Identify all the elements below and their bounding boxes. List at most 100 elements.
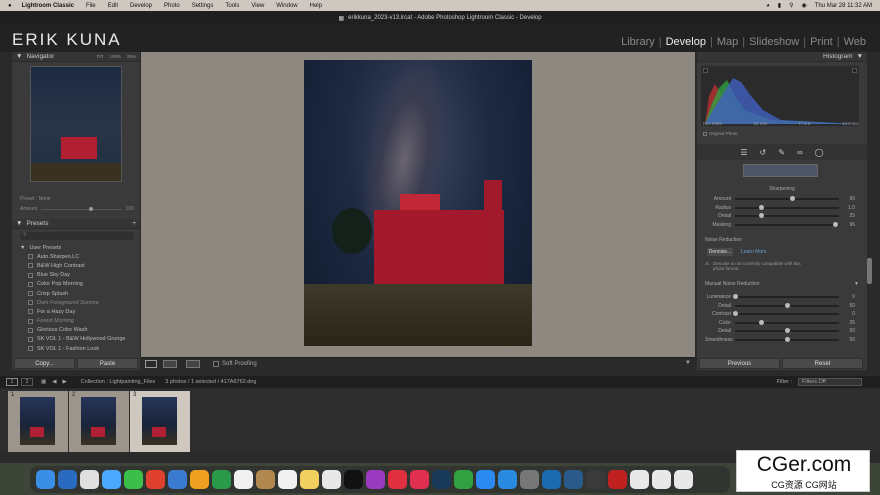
menu-edit[interactable]: Edit bbox=[108, 3, 118, 9]
module-library[interactable]: Library bbox=[617, 36, 659, 48]
slider-knob[interactable] bbox=[733, 311, 738, 316]
acrobat-icon[interactable] bbox=[608, 470, 627, 489]
noise-slider-row[interactable]: Contrast 0 bbox=[705, 310, 855, 318]
wifi-icon[interactable]: ◕ bbox=[766, 3, 770, 9]
preset-item[interactable]: Crisp Splash bbox=[12, 289, 140, 298]
filmstrip-thumb[interactable]: 2 bbox=[69, 391, 129, 452]
learn-more-link[interactable]: Learn More bbox=[741, 249, 767, 255]
filmstrip-thumb[interactable]: 1 bbox=[8, 391, 68, 452]
finder-icon[interactable] bbox=[36, 470, 55, 489]
calendar-icon[interactable] bbox=[234, 470, 253, 489]
slider-value[interactable]: 50 bbox=[843, 303, 855, 309]
compare-view-icon[interactable] bbox=[163, 360, 177, 368]
apple-tv-icon[interactable] bbox=[344, 470, 363, 489]
slider-track[interactable] bbox=[735, 213, 839, 218]
slider-track[interactable] bbox=[735, 302, 839, 308]
noise-slider-row[interactable]: Color 25 bbox=[705, 319, 855, 327]
slider-knob[interactable] bbox=[785, 336, 790, 342]
document-icon[interactable] bbox=[652, 470, 671, 489]
slider-knob[interactable] bbox=[785, 302, 790, 308]
slider-knob[interactable] bbox=[759, 213, 764, 218]
denoise-button[interactable]: Denoise... bbox=[707, 248, 733, 256]
menu-tools[interactable]: Tools bbox=[225, 3, 239, 9]
slider-value[interactable]: 25 bbox=[843, 320, 855, 326]
search-icon[interactable]: ⚲ bbox=[789, 2, 793, 9]
module-slideshow[interactable]: Slideshow bbox=[745, 36, 803, 48]
add-preset-icon[interactable]: + bbox=[132, 220, 136, 227]
noise-slider-row[interactable]: Smoothness 50 bbox=[705, 336, 855, 344]
right-panel-scrollbar[interactable] bbox=[867, 258, 872, 284]
zoom-100[interactable]: 100% bbox=[109, 54, 121, 59]
healing-brush-icon[interactable]: ✎ bbox=[778, 148, 785, 157]
podcasts-icon[interactable] bbox=[366, 470, 385, 489]
highlight-clip-icon[interactable] bbox=[852, 68, 857, 73]
slider-track[interactable] bbox=[735, 319, 839, 325]
slider-knob[interactable] bbox=[790, 196, 796, 201]
contacts-icon[interactable] bbox=[256, 470, 275, 489]
page-1-button[interactable]: 1 bbox=[6, 378, 18, 386]
slider-value[interactable]: 50 bbox=[843, 337, 855, 343]
masking-icon[interactable]: ◯ bbox=[815, 148, 824, 157]
music-icon[interactable] bbox=[410, 470, 429, 489]
slider-value[interactable]: 60 bbox=[843, 196, 855, 202]
copy-button[interactable]: Copy... bbox=[14, 358, 75, 369]
back-arrow-icon[interactable]: ◀ bbox=[52, 379, 56, 385]
slider-track[interactable] bbox=[735, 204, 839, 210]
preset-search-input[interactable]: ⚲ bbox=[20, 232, 134, 240]
lightroom-classic-icon[interactable] bbox=[432, 470, 451, 489]
collection-label[interactable]: Collection : Lightpainting_Files bbox=[81, 379, 156, 385]
histogram[interactable] bbox=[701, 66, 859, 126]
soft-proofing-checkbox[interactable] bbox=[213, 361, 219, 367]
slider-track[interactable] bbox=[733, 311, 839, 316]
slider-value[interactable]: 50 bbox=[843, 328, 855, 334]
slider-knob[interactable] bbox=[733, 294, 738, 299]
histogram-header[interactable]: Histogram ▼ bbox=[697, 52, 867, 62]
user-presets-group[interactable]: ▼ User Presets bbox=[12, 243, 140, 252]
detail-preview[interactable] bbox=[743, 164, 818, 177]
noise-slider-row[interactable]: Detail 50 bbox=[705, 327, 855, 335]
module-print[interactable]: Print bbox=[806, 36, 837, 48]
xcode-icon[interactable] bbox=[564, 470, 583, 489]
sharpening-slider-row[interactable]: Radius 1.0 bbox=[705, 204, 855, 212]
numbers-icon[interactable] bbox=[454, 470, 473, 489]
menu-develop[interactable]: Develop bbox=[130, 3, 152, 9]
preset-item[interactable]: Forest Morning bbox=[12, 317, 140, 326]
safari-icon[interactable] bbox=[58, 470, 77, 489]
maps-icon[interactable] bbox=[168, 470, 187, 489]
module-web[interactable]: Web bbox=[840, 36, 870, 48]
before-after-icon[interactable] bbox=[186, 360, 200, 368]
previous-button[interactable]: Previous bbox=[699, 358, 780, 369]
terminal-icon[interactable] bbox=[586, 470, 605, 489]
slider-knob[interactable] bbox=[832, 221, 838, 227]
forward-arrow-icon[interactable]: ▶ bbox=[62, 379, 66, 385]
amount-slider[interactable] bbox=[41, 206, 122, 211]
app-store-icon[interactable] bbox=[102, 470, 121, 489]
noise-slider-row[interactable]: Detail 50 bbox=[705, 302, 855, 310]
crop-icon[interactable]: ↺ bbox=[760, 148, 767, 157]
preset-item[interactable]: Dark Foreground Sunrise bbox=[12, 298, 140, 307]
menu-window[interactable]: Window bbox=[276, 3, 297, 9]
facetime-icon[interactable] bbox=[212, 470, 231, 489]
main-photo[interactable] bbox=[304, 60, 532, 346]
preset-item[interactable]: Auto.Sharpen.LC bbox=[12, 252, 140, 261]
paste-button[interactable]: Paste bbox=[77, 358, 138, 369]
menu-help[interactable]: Help bbox=[310, 3, 322, 9]
chrome-icon[interactable] bbox=[146, 470, 165, 489]
filmstrip-thumb-selected[interactable]: 3 bbox=[130, 391, 190, 452]
preset-item[interactable]: SK VOL 1 - B&W Hollywood Grunge bbox=[12, 335, 140, 344]
preset-item[interactable]: For a Hazy Day bbox=[12, 307, 140, 316]
news-icon[interactable] bbox=[388, 470, 407, 489]
preset-item[interactable]: B&W High Contrast bbox=[12, 261, 140, 270]
slider-track[interactable] bbox=[735, 221, 839, 227]
preset-item[interactable]: Blue Sky Day bbox=[12, 271, 140, 280]
slider-track[interactable] bbox=[735, 336, 839, 342]
grid-view-icon[interactable]: ▦ bbox=[41, 379, 46, 385]
toolbar-menu-icon[interactable]: ▼ bbox=[685, 360, 691, 366]
loupe-view-icon[interactable] bbox=[145, 360, 157, 368]
shadow-clip-icon[interactable] bbox=[703, 68, 708, 73]
sharpening-slider-row[interactable]: Masking 96 bbox=[705, 221, 855, 229]
filter-select[interactable]: Filters Off bbox=[798, 378, 862, 386]
edit-sliders-icon[interactable]: ☰ bbox=[740, 148, 747, 157]
preset-item[interactable]: SK VOL 1 - Fashion Look bbox=[12, 344, 140, 353]
original-photo-checkbox[interactable] bbox=[703, 131, 707, 136]
